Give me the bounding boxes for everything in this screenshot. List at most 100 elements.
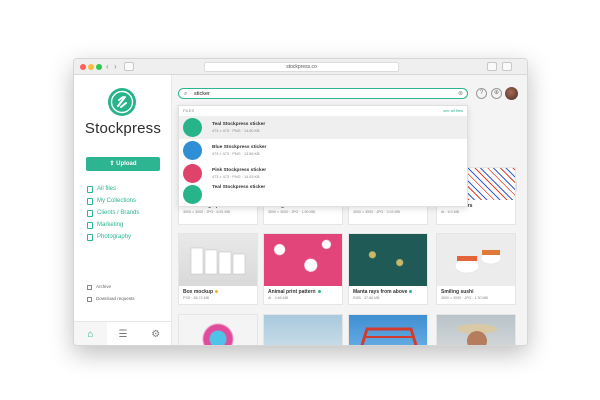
asset-name: Manta rays from above [349, 286, 427, 295]
nav-label: Photography [97, 234, 132, 240]
asset-card[interactable]: Smiling sushi 3000 × 3000 · JPG · 1.30 M… [436, 233, 516, 305]
asset-meta: RGB · 37.86 MB [353, 296, 380, 300]
nav-label: All files [97, 186, 117, 192]
nav-list: All files My Collections Clients / Brand… [87, 183, 171, 243]
tabs-icon[interactable] [502, 62, 512, 71]
back-icon[interactable]: ‹ [106, 62, 109, 71]
minimize-window-icon[interactable] [88, 64, 94, 70]
search-result-item[interactable]: Teal Stockpress sticker [179, 185, 467, 204]
footer-links: Archive Download requests [87, 281, 135, 305]
asset-thumbnail [437, 315, 515, 345]
nav-item-my-collections[interactable]: My Collections [87, 195, 171, 207]
user-avatar[interactable] [505, 87, 518, 100]
upload-button[interactable]: ⇪ Upload [86, 157, 160, 171]
filters-tab[interactable]: ☰ [107, 322, 140, 345]
asset-card[interactable] [348, 314, 428, 345]
result-title: Blue Stockpress sticker [212, 145, 267, 150]
asset-meta: 3000 × 3000 · JPG · 3.03 MB [353, 210, 400, 214]
result-thumbnail [183, 141, 202, 160]
browser-titlebar: ‹ › stockpress.co [74, 59, 527, 75]
status-dot [215, 290, 219, 294]
asset-name: Box mockup [179, 286, 257, 295]
browser-window: ‹ › stockpress.co Stockpress ⇪ Upload Al… [73, 58, 528, 346]
nav-label: Clients / Brands [97, 210, 140, 216]
result-title: Teal Stockpress sticker [212, 185, 266, 190]
result-meta: 473 × 473 · PNG · 14.53 KB [212, 175, 260, 179]
asset-thumbnail [349, 315, 427, 345]
stockpress-logo [108, 88, 136, 116]
asset-card[interactable]: Manta rays from above RGB · 37.86 MB [348, 233, 428, 305]
status-dot [409, 290, 413, 294]
brand-name: Stockpress [84, 120, 162, 137]
nav-item-all-files[interactable]: All files [87, 183, 171, 195]
share-icon[interactable] [487, 62, 497, 71]
archive-link[interactable]: Archive [87, 281, 135, 293]
search-icon: ⌕ [184, 91, 188, 97]
asset-name: Smiling sushi [437, 286, 515, 295]
collection-icon [87, 197, 93, 205]
asset-card[interactable] [436, 314, 516, 345]
asset-card[interactable]: Box mockup PSD · 86.74 MB [178, 233, 258, 305]
nav-item-photography[interactable]: Photography [87, 231, 171, 243]
nav-item-marketing[interactable]: Marketing [87, 219, 171, 231]
result-thumbnail [183, 185, 202, 204]
asset-name-text: Box mockup [183, 289, 214, 295]
result-thumbnail [183, 118, 202, 137]
search-result-item[interactable]: Pink Stockpress sticker 473 × 473 · PNG ·… [179, 162, 467, 185]
asset-meta: AI · 6.0 MB [441, 210, 459, 214]
asset-meta: 3000 × 3000 · JPG · 1.30 MB [441, 296, 488, 300]
folder-icon [87, 209, 93, 217]
asset-name: Animal print pattern [264, 286, 342, 295]
search-result-item[interactable]: Teal Stockpress sticker 473 × 473 · PNG ·… [179, 116, 467, 139]
asset-thumbnail [349, 234, 427, 286]
download-requests-link[interactable]: Download requests [87, 293, 135, 305]
files-section-label: FILES [183, 108, 195, 113]
upload-label: Upload [116, 161, 137, 167]
archive-icon [87, 284, 92, 290]
search-results-dropdown: FILES see all files Teal Stockpress stic… [178, 105, 468, 207]
clear-search-icon[interactable]: ⊗ [458, 90, 463, 97]
result-meta: 473 × 473 · PNG · 13.56 KB [212, 152, 260, 156]
result-meta: 473 × 473 · PNG · 14.80 KB [212, 129, 260, 133]
search-input[interactable] [194, 90, 444, 98]
footer-label: Archive [96, 284, 112, 289]
help-icon[interactable]: ? [476, 88, 487, 99]
main-content: ⌕ ⊗ ? ⊕ ⇅ Sort ▦ View FILES see all file… [172, 75, 527, 345]
asset-thumbnail [264, 315, 342, 345]
asset-meta: PSD · 86.74 MB [183, 296, 209, 300]
folder-icon [87, 221, 93, 229]
search-result-item[interactable]: Blue Stockpress sticker 473 × 473 · PNG ·… [179, 139, 467, 162]
asset-meta: 3000 × 3000 · JPG · 6.81 MB [183, 210, 230, 214]
status-dot [317, 290, 321, 294]
search-bar[interactable]: ⌕ ⊗ [178, 88, 468, 99]
gear-icon: ⚙ [151, 329, 161, 340]
result-title: Teal Stockpress sticker [212, 122, 266, 127]
asset-thumbnail [179, 234, 257, 286]
close-window-icon[interactable] [80, 64, 86, 70]
result-title: Pink Stockpress sticker [212, 168, 267, 173]
asset-name-text: Smiling sushi [441, 289, 474, 295]
nav-label: Marketing [97, 222, 124, 228]
forward-icon[interactable]: › [114, 62, 117, 71]
folder-icon [87, 233, 93, 241]
maximize-window-icon[interactable] [96, 64, 102, 70]
file-icon [87, 185, 93, 193]
asset-card[interactable]: Animal print pattern AI · 3.66 MB [263, 233, 343, 305]
asset-card[interactable] [178, 314, 258, 345]
footer-label: Download requests [96, 296, 135, 301]
nav-item-clients-brands[interactable]: Clients / Brands [87, 207, 171, 219]
home-tab[interactable]: ⌂ [74, 322, 107, 345]
url-bar[interactable]: stockpress.co [204, 62, 399, 72]
asset-name-text: Animal print pattern [268, 289, 316, 295]
result-thumbnail [183, 164, 202, 183]
globe-icon[interactable]: ⊕ [491, 88, 502, 99]
dropdown-header: FILES see all files [179, 106, 467, 116]
sidebar-toggle-icon[interactable] [124, 62, 134, 71]
see-all-files-link[interactable]: see all files [443, 106, 463, 116]
asset-thumbnail [264, 234, 342, 286]
sidebar: Stockpress ⇪ Upload All files My Collect… [74, 75, 172, 345]
asset-meta: 3000 × 3000 · JPG · 1.90 MB [268, 210, 315, 214]
asset-meta: AI · 3.66 MB [268, 296, 288, 300]
asset-card[interactable] [263, 314, 343, 345]
settings-tab[interactable]: ⚙ [139, 322, 172, 345]
